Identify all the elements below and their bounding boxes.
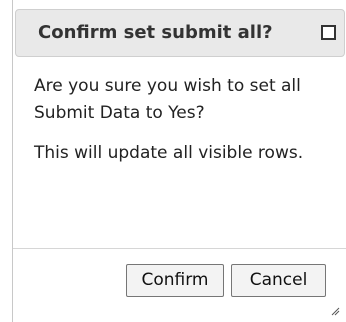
dialog-title: Confirm set submit all? — [38, 22, 273, 43]
dialog-titlebar[interactable]: Confirm set submit all? — [15, 9, 345, 57]
dialog-message: Are you sure you wish to set all Submit … — [34, 76, 301, 123]
dialog-content: Are you sure you wish to set all Submit … — [34, 73, 334, 167]
button-pane-divider — [13, 248, 346, 249]
confirm-button[interactable]: Confirm — [126, 264, 224, 297]
resize-grip-icon[interactable] — [330, 306, 340, 316]
cancel-button[interactable]: Cancel — [231, 264, 326, 297]
confirm-dialog: Confirm set submit all? Are you sure you… — [12, 0, 346, 322]
close-icon[interactable] — [321, 25, 336, 40]
dialog-note: This will update all visible rows. — [34, 143, 304, 163]
